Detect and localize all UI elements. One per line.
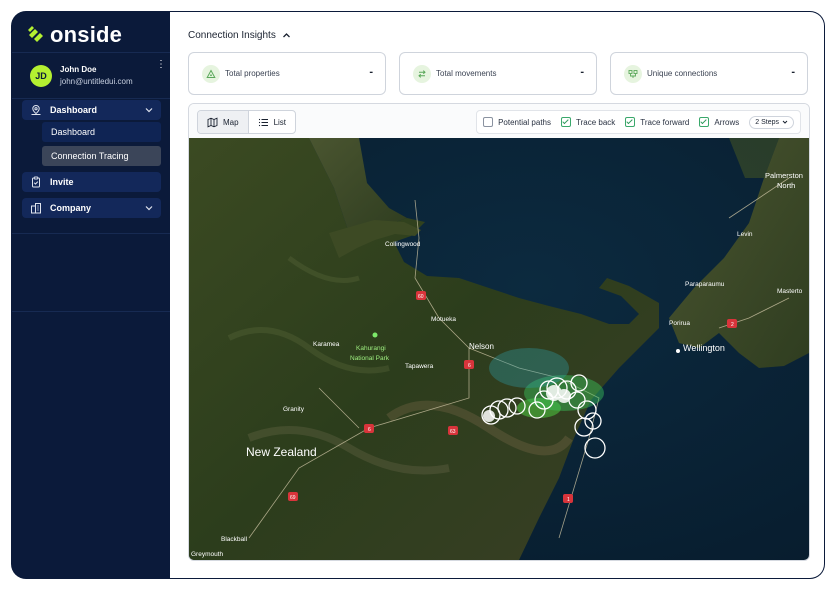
sidebar-item-dashboard[interactable]: Dashboard: [22, 100, 161, 120]
label-paraparaumu: Paraparaumu: [685, 281, 725, 288]
label-wellington: Wellington: [683, 343, 725, 353]
chevron-down-icon: [782, 120, 788, 124]
arrows-checkbox[interactable]: Arrows: [699, 117, 739, 127]
sidebar-subitem-connection-tracing[interactable]: Connection Tracing: [42, 146, 161, 166]
clipboard-check-icon: [32, 176, 40, 188]
sidebar-item-invite[interactable]: Invite: [22, 172, 161, 192]
potential-paths-checkbox[interactable]: Potential paths: [483, 117, 551, 127]
map-icon: [207, 117, 218, 127]
shield-6b: 6: [368, 427, 371, 433]
shield-1: 1: [567, 497, 570, 503]
label-blackball: Blackball: [221, 536, 248, 543]
option-label: Potential paths: [498, 117, 552, 127]
city-dot-icon: [676, 349, 680, 353]
sidebar-item-label: Invite: [50, 177, 74, 187]
divider: [12, 52, 170, 53]
more-vertical-icon[interactable]: ⋮: [156, 60, 166, 70]
option-label: Trace forward: [640, 117, 690, 127]
label-tapawera: Tapawera: [405, 363, 434, 370]
label-palmerston: Palmerston: [765, 171, 803, 180]
stat-label: Total properties: [225, 69, 280, 78]
label-motueka: Motueka: [431, 316, 456, 323]
divider: [12, 98, 170, 99]
trace-back-checkbox[interactable]: Trace back: [561, 117, 615, 127]
stat-value: -: [580, 66, 584, 78]
checkbox-checked-icon[interactable]: [625, 117, 636, 127]
section-header[interactable]: Connection Insights: [188, 30, 291, 41]
stat-card-total-movements: Total movements -: [399, 52, 597, 95]
app-window: onside JD John Doe john@untitledui.com ⋮…: [12, 12, 824, 578]
brand-name: onside: [50, 22, 123, 47]
checkbox-checked-icon[interactable]: [699, 117, 710, 127]
logo[interactable]: onside: [26, 22, 122, 48]
connections-icon: [624, 65, 642, 83]
user-name: John Doe: [60, 65, 97, 74]
park-icon: [372, 332, 378, 338]
label-national-park: National Park: [350, 355, 390, 362]
satellite-map[interactable]: Collingwood Karamea Kahurangi National P…: [189, 138, 809, 560]
sidebar-subitem-dashboard[interactable]: Dashboard: [42, 122, 161, 142]
main-content: Connection Insights Total properties - T…: [170, 12, 824, 578]
stat-value: -: [791, 66, 795, 78]
building-icon: [31, 203, 41, 214]
trace-forward-checkbox[interactable]: Trace forward: [625, 117, 689, 127]
label-porirua: Porirua: [669, 320, 690, 327]
label-greymouth: Greymouth: [191, 551, 224, 558]
chevron-up-icon[interactable]: [282, 31, 291, 40]
map-toolbar: Map List Potential paths Trace back Trac…: [189, 104, 809, 138]
user-profile[interactable]: JD John Doe john@untitledui.com ⋮: [30, 60, 166, 92]
sidebar-item-label: Dashboard: [51, 127, 96, 137]
label-kahurangi: Kahurangi: [356, 345, 386, 352]
chevron-down-icon[interactable]: [145, 106, 153, 114]
view-toggle: Map List: [197, 110, 297, 134]
label-granity: Granity: [283, 406, 305, 413]
sidebar: onside JD John Doe john@untitledui.com ⋮…: [12, 12, 170, 578]
steps-value: 2 Steps: [755, 118, 779, 126]
shield-63: 63: [450, 429, 456, 435]
sidebar-item-company[interactable]: Company: [22, 198, 161, 218]
stat-label: Unique connections: [647, 69, 718, 78]
divider: [12, 233, 170, 234]
shield-6a: 6: [468, 363, 471, 369]
avatar[interactable]: JD: [30, 65, 52, 87]
label-nelson: Nelson: [469, 342, 494, 351]
map-panel: Map List Potential paths Trace back Trac…: [188, 103, 810, 561]
list-view-button[interactable]: List: [249, 111, 295, 133]
sidebar-item-label: Dashboard: [50, 105, 98, 115]
option-label: Trace back: [576, 117, 616, 127]
onside-logo-icon: [28, 26, 43, 42]
stat-value: -: [369, 66, 373, 78]
chevron-down-icon[interactable]: [145, 204, 153, 212]
steps-select[interactable]: 2 Steps: [749, 115, 794, 129]
list-icon: [258, 118, 268, 126]
shield-60: 60: [418, 294, 424, 300]
stat-label: Total movements: [436, 69, 497, 78]
stat-card-unique-connections: Unique connections -: [610, 52, 808, 95]
label-new-zealand: New Zealand: [246, 445, 317, 459]
label-masterton: Masterto: [777, 288, 803, 295]
shield-69: 69: [290, 495, 296, 501]
checkbox-unchecked-icon[interactable]: [483, 117, 494, 127]
label-palmerston-north: North: [777, 181, 795, 190]
label-levin: Levin: [737, 231, 753, 238]
map-pin-icon: [31, 104, 41, 115]
sidebar-nav: Dashboard Dashboard Connection Tracing I…: [22, 100, 161, 218]
divider: [12, 311, 170, 312]
sidebar-item-label: Company: [50, 203, 92, 213]
list-view-label: List: [273, 117, 287, 127]
shield-2: 2: [731, 322, 734, 328]
label-collingwood: Collingwood: [385, 241, 421, 248]
sidebar-item-label: Connection Tracing: [51, 151, 129, 161]
page-title: Connection Insights: [188, 30, 276, 41]
trace-options: Potential paths Trace back Trace forward…: [476, 110, 801, 134]
triangle-icon: [202, 65, 220, 83]
user-email: john@untitledui.com: [60, 77, 133, 86]
switch-arrows-icon: [413, 65, 431, 83]
label-karamea: Karamea: [313, 341, 340, 348]
stat-card-total-properties: Total properties -: [188, 52, 386, 95]
option-label: Arrows: [714, 117, 740, 127]
checkbox-checked-icon[interactable]: [561, 117, 572, 127]
map-view-button[interactable]: Map: [198, 111, 249, 133]
map-view-label: Map: [223, 117, 239, 127]
